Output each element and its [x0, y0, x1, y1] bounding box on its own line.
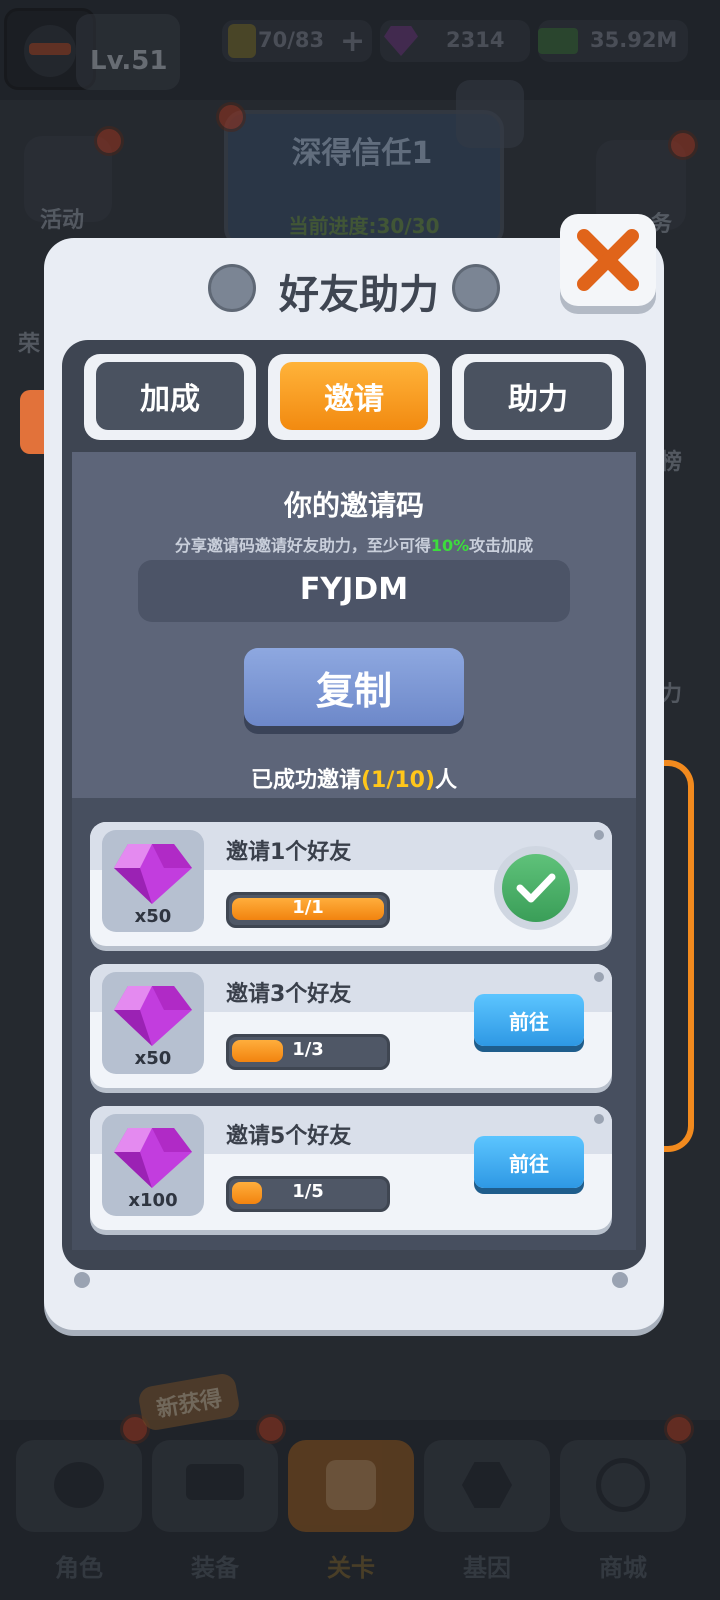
invite-code: FYJDM	[299, 572, 409, 607]
panel-handle	[664, 760, 694, 1152]
check-icon	[516, 873, 556, 903]
go-button[interactable]: 前往	[474, 1136, 584, 1188]
close-icon	[577, 229, 639, 291]
reward-progress-bar: 1/5	[226, 1176, 390, 1212]
invite-success-count: 已成功邀请(1/10)人	[72, 762, 636, 794]
tab-invite[interactable]: 邀请	[268, 354, 440, 440]
invite-desc-prefix: 分享邀请码邀请好友助力，至少可得	[174, 536, 431, 555]
screw-icon	[594, 1114, 604, 1124]
tab-assist-label: 助力	[464, 362, 612, 430]
tab-bonus-label: 加成	[96, 362, 244, 430]
reward-row: x100 邀请5个好友 1/5 前往	[90, 1106, 612, 1230]
close-button[interactable]	[560, 214, 656, 306]
reward-progress-text: 1/3	[292, 1039, 324, 1060]
screw-icon	[594, 972, 604, 982]
reward-progress-bar: 1/3	[226, 1034, 390, 1070]
go-button[interactable]: 前往	[474, 994, 584, 1046]
copy-button[interactable]: 复制	[244, 648, 464, 726]
invite-desc-percent: 10%	[430, 536, 470, 555]
reward-progress-bar: 1/1	[226, 892, 390, 928]
screw-icon	[612, 1272, 628, 1288]
completed-badge	[494, 846, 578, 930]
screw-icon	[74, 1272, 90, 1288]
tab-bonus[interactable]: 加成	[84, 354, 256, 440]
invite-description: 分享邀请码邀请好友助力，至少可得10%攻击加成	[72, 532, 636, 556]
reward-qty: x50	[134, 1048, 172, 1069]
reward-gem-box: x50	[102, 972, 204, 1074]
gem-icon	[114, 844, 192, 904]
tab-invite-label: 邀请	[280, 362, 428, 430]
reward-row: x50 邀请1个好友 1/1	[90, 822, 612, 946]
gem-icon	[114, 986, 192, 1046]
success-prefix: 已成功邀请	[250, 768, 361, 793]
reward-gem-box: x100	[102, 1114, 204, 1216]
reward-qty: x100	[128, 1190, 178, 1211]
reward-title: 邀请5个好友	[226, 1124, 352, 1149]
reward-progress-text: 1/1	[292, 897, 324, 918]
reward-gem-box: x50	[102, 830, 204, 932]
invite-code-heading: 你的邀请码	[283, 489, 424, 522]
modal-title: 好友助力	[279, 272, 439, 318]
reward-title: 邀请1个好友	[226, 840, 352, 865]
success-count: (1/10)	[360, 768, 436, 793]
reward-row: x50 邀请3个好友 1/3 前往	[90, 964, 612, 1088]
gem-icon	[114, 1128, 192, 1188]
reward-qty: x50	[134, 906, 172, 927]
success-suffix: 人	[435, 768, 458, 793]
reward-title: 邀请3个好友	[226, 982, 352, 1007]
screw-icon	[594, 830, 604, 840]
reward-progress-text: 1/5	[292, 1181, 324, 1202]
tab-assist[interactable]: 助力	[452, 354, 624, 440]
invite-desc-suffix: 攻击加成	[469, 536, 534, 555]
